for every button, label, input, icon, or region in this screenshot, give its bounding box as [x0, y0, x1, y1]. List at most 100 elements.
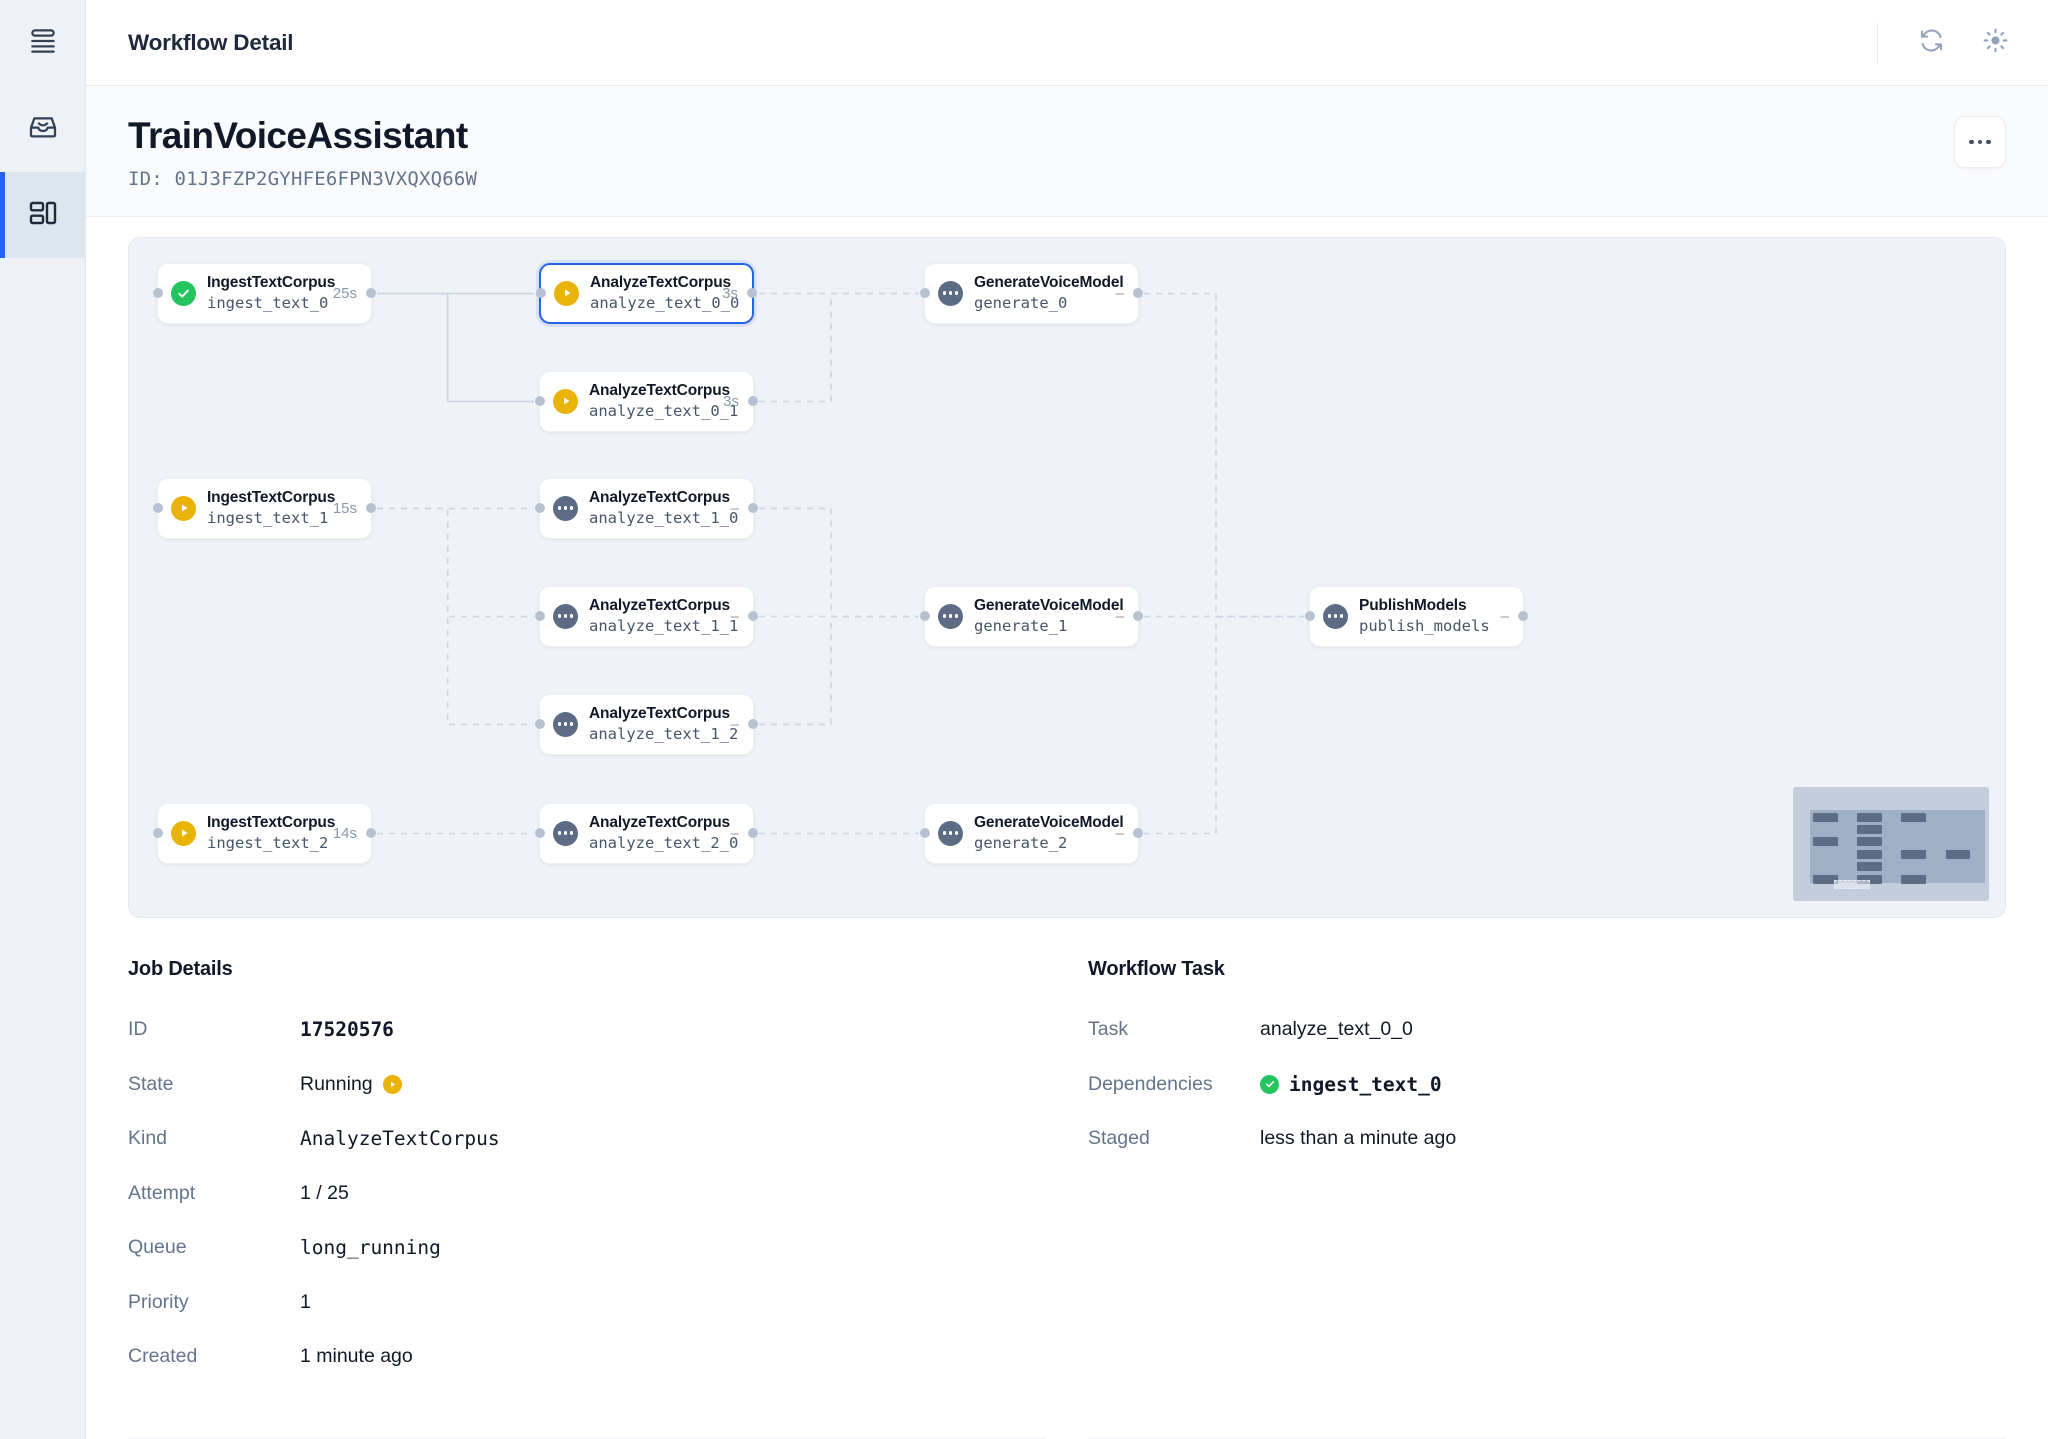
status-pending-icon: [938, 820, 963, 846]
sidebar-item-jobs[interactable]: [0, 86, 85, 172]
detail-label: Task: [1088, 1018, 1129, 1041]
detail-row: ID 17520576: [128, 1003, 1046, 1058]
status-pending-icon: [938, 603, 963, 629]
node-port-in: [153, 288, 163, 299]
graph-node-generate_0[interactable]: GenerateVoiceModel generate_0–: [920, 262, 1143, 324]
graph-inner: IngestTextCorpus ingest_text_0 25s AnalyzeT…: [129, 238, 2005, 917]
sidebar-item-workflows[interactable]: [0, 172, 85, 258]
top-bar: Workflow Detail: [86, 0, 2048, 86]
detail-value: 1 minute ago: [300, 1345, 413, 1368]
node-kind: AnalyzeTextCorpus: [589, 705, 730, 723]
sidebar-item-queues[interactable]: [0, 0, 85, 86]
node-text: IngestTextCorpus ingest_text_0: [207, 273, 335, 313]
node-text: GenerateVoiceModel generate_2: [974, 813, 1124, 853]
state-done-badge: [1260, 1074, 1279, 1094]
status-done-icon: [171, 280, 196, 306]
node-duration: 3s: [722, 284, 738, 302]
node-port-in: [535, 396, 545, 407]
node-name: ingest_text_0: [207, 293, 329, 312]
node-text: AnalyzeTextCorpus analyze_text_1_0: [589, 488, 738, 528]
page-header-text: TrainVoiceAssistant ID: 01J3FZP2GYHFE6FP…: [128, 115, 478, 190]
graph-node-publish_models[interactable]: PublishModels publish_models –: [1305, 585, 1528, 647]
graph-node-ingest_text_1[interactable]: IngestTextCorpus ingest_text_1 15s: [153, 477, 376, 539]
node-duration: –: [1115, 284, 1124, 302]
node-kind: PublishModels: [1359, 597, 1467, 615]
node-kind: GenerateVoiceModel: [974, 814, 1124, 832]
status-pending-icon: [1323, 603, 1348, 629]
detail-row: Staged less than a minute ago: [1088, 1112, 2006, 1167]
node-name: analyze_text_0_1: [589, 401, 739, 420]
workflow-graph-canvas[interactable]: IngestTextCorpus ingest_text_0 25s AnalyzeT…: [128, 236, 2006, 918]
graph-node-analyze_text_0_0[interactable]: AnalyzeTextCorpus analyze_text_0_0 3s: [536, 262, 757, 324]
graph-node-analyze_text_2_0[interactable]: AnalyzeTextCorpus analyze_text_2_0–: [535, 802, 758, 864]
refresh-button[interactable]: [1908, 20, 1954, 66]
graph-edge-analyze_text_0_1-to-generate_0: [759, 292, 919, 402]
graph-node-ingest_text_0[interactable]: IngestTextCorpus ingest_text_0 25s: [153, 262, 376, 324]
minimap-node: [1857, 812, 1882, 822]
node-kind: IngestTextCorpus: [207, 814, 336, 832]
node-duration: –: [730, 499, 739, 517]
node-text: IngestTextCorpus ingest_text_1: [207, 488, 335, 528]
node-name: analyze_text_1_2: [589, 724, 739, 743]
status-pending-icon: [938, 280, 963, 306]
graph-minimap[interactable]: [1793, 786, 1989, 901]
detail-label: Staged: [1088, 1127, 1150, 1150]
node-duration: 14s: [332, 824, 357, 842]
detail-label: Queue: [128, 1236, 187, 1259]
node-text: AnalyzeTextCorpus analyze_text_2_0: [589, 813, 739, 853]
sun-icon: [1982, 27, 2009, 59]
graph-edge-generate_2-to-publish_models: [1144, 615, 1304, 834]
node-port-in: [153, 828, 163, 839]
detail-value-text: Running: [300, 1072, 373, 1095]
workflow-task-title: Workflow Task: [1088, 957, 1225, 980]
main-area: Workflow Detail TrainVoiceAssistant ID: …: [86, 0, 2048, 1439]
theme-toggle-button[interactable]: [1972, 20, 2018, 66]
node-name: analyze_text_2_0: [589, 833, 739, 852]
graph-node-ingest_text_2[interactable]: IngestTextCorpus ingest_text_2 14s: [153, 802, 376, 864]
node-port-in: [535, 611, 545, 622]
more-actions-button[interactable]: [1954, 116, 2006, 168]
graph-node-generate_2[interactable]: GenerateVoiceModel generate_2–: [920, 802, 1143, 864]
node-port-in: [920, 611, 930, 622]
workflow-task-panel: Workflow Task Task analyze_text_0_0 Depend…: [1046, 958, 2006, 1438]
status-pending-icon: [553, 711, 578, 737]
node-text: GenerateVoiceModel generate_0: [974, 273, 1124, 313]
node-kind: AnalyzeTextCorpus: [589, 814, 730, 832]
graph-node-generate_1[interactable]: GenerateVoiceModel generate_1–: [920, 585, 1143, 647]
detail-value: 1 / 25: [300, 1182, 349, 1205]
node-port-in: [535, 503, 545, 514]
app-root: Workflow Detail TrainVoiceAssistant ID: …: [0, 0, 2048, 1439]
node-name: ingest_text_2: [207, 833, 329, 852]
graph-node-analyze_text_0_1[interactable]: AnalyzeTextCorpus analyze_text_0_1 3s: [535, 370, 758, 432]
graph-node-analyze_text_1_2[interactable]: AnalyzeTextCorpus analyze_text_1_2–: [535, 693, 758, 755]
graph-node-analyze_text_1_0[interactable]: AnalyzeTextCorpus analyze_text_1_0–: [535, 477, 758, 539]
detail-value: analyze_text_0_0: [1260, 1018, 1413, 1041]
node-text: AnalyzeTextCorpus analyze_text_1_1: [589, 596, 738, 636]
topbar-actions: [1877, 20, 2018, 66]
detail-value: 17520576: [300, 1018, 394, 1041]
detail-value-text: long_running: [300, 1236, 441, 1260]
node-duration: –: [1500, 607, 1509, 625]
node-name: publish_models: [1359, 616, 1490, 635]
node-port-in: [535, 719, 545, 730]
detail-value-text: AnalyzeTextCorpus: [300, 1127, 500, 1151]
node-duration: –: [730, 715, 739, 733]
status-pending-icon: [553, 603, 578, 629]
workflow-id: ID: 01J3FZP2GYHFE6FPN3VXQXQ66W: [128, 167, 478, 190]
job-details-panel: Job Details ID 17520576 State Running Kind An…: [128, 958, 1046, 1438]
detail-value-text: ingest_text_0: [1289, 1072, 1442, 1096]
workflow-graph-section: IngestTextCorpus ingest_text_0 25s AnalyzeT…: [86, 216, 2048, 918]
minimap-viewport[interactable]: [1834, 879, 1870, 889]
inbox-icon: [27, 111, 59, 148]
detail-value: AnalyzeTextCorpus: [300, 1127, 500, 1150]
node-kind: AnalyzeTextCorpus: [589, 597, 730, 615]
detail-value-text: 1 / 25: [300, 1181, 349, 1204]
status-pending-icon: [553, 820, 578, 846]
detail-label: Created: [128, 1345, 198, 1368]
node-text: IngestTextCorpus ingest_text_2: [207, 813, 336, 853]
detail-value: 1: [300, 1291, 311, 1314]
workflows-icon: [27, 197, 59, 234]
node-name: ingest_text_1: [207, 508, 329, 527]
graph-node-analyze_text_1_1[interactable]: AnalyzeTextCorpus analyze_text_1_1–: [535, 585, 758, 647]
details-section: Job Details ID 17520576 State Running Kind An…: [86, 917, 2048, 1438]
